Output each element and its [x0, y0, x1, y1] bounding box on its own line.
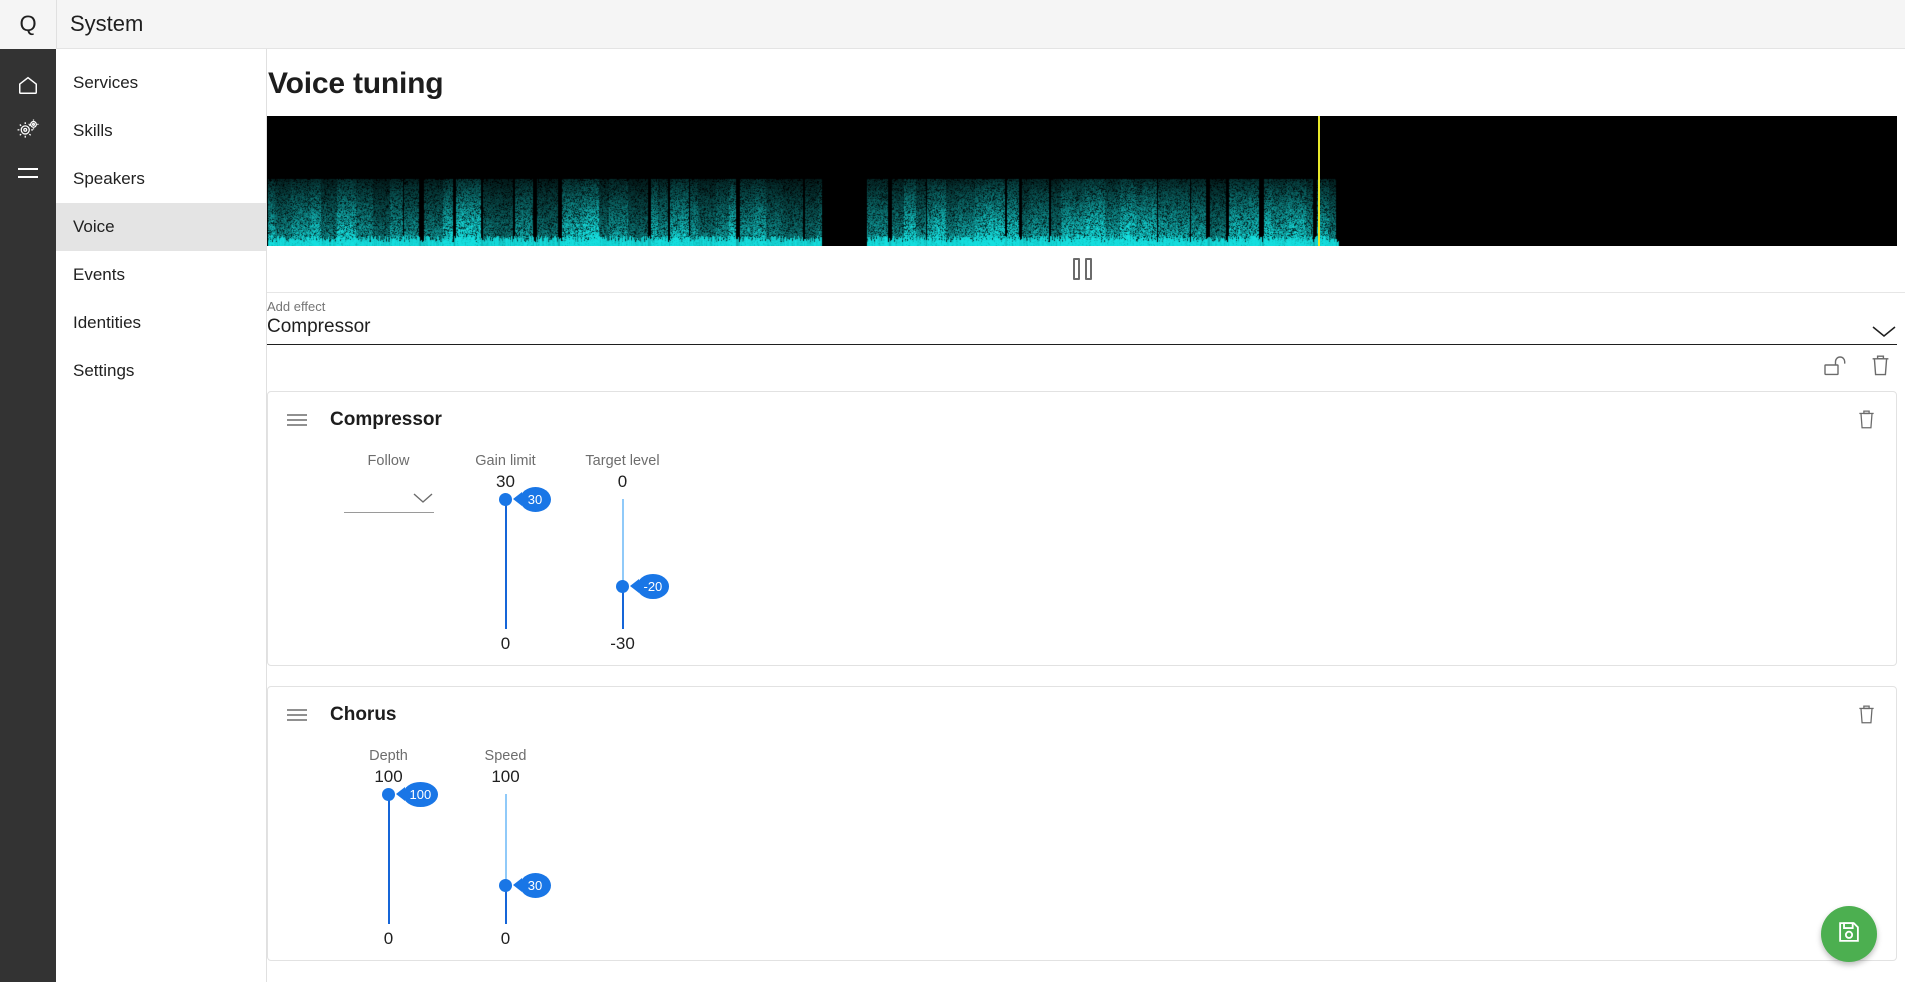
slider-depth[interactable]: 100 — [377, 781, 439, 924]
slider-speed[interactable]: 30 — [494, 794, 551, 924]
main-scroll-area: Voice tuning Add effect Compressor Compr… — [267, 49, 1905, 982]
param-max-value: 0 — [617, 472, 628, 491]
sidebar-item-events[interactable]: Events — [56, 251, 266, 299]
effect-card-chorus: Chorus Depth 100 100 0 Speed 100 30 0 — [267, 686, 1897, 961]
slider-fill — [504, 499, 508, 629]
drag-handle-icon[interactable] — [286, 707, 308, 723]
param-max-value: 100 — [374, 767, 403, 786]
sidebar-item-label: Identities — [73, 313, 142, 332]
param-min-value: 0 — [500, 634, 511, 653]
window-title: System — [70, 11, 144, 36]
voice-spectrogram[interactable] — [267, 116, 1897, 246]
sidebar-item-skills[interactable]: Skills — [56, 107, 266, 155]
sidebar-item-identities[interactable]: Identities — [56, 299, 266, 347]
rail-item-home[interactable] — [0, 63, 56, 107]
sidebar-item-services[interactable]: Services — [56, 59, 266, 107]
effect-params: Follow Gain limit 30 30 0 Target level 0… — [268, 448, 1896, 665]
slider-thumb[interactable] — [499, 492, 512, 506]
effect-card-header: Chorus — [268, 687, 1896, 743]
follow-select[interactable] — [343, 485, 434, 513]
gears-icon — [16, 118, 40, 140]
sidebar-item-label: Voice — [73, 217, 115, 236]
playhead-marker[interactable] — [1318, 116, 1321, 246]
icon-rail — [0, 49, 56, 982]
effect-card-header: Compressor — [268, 392, 1896, 448]
sidebar-item-label: Skills — [73, 121, 113, 140]
slider-thumb[interactable] — [382, 787, 395, 801]
page-title: Voice tuning — [268, 67, 444, 100]
param-depth: Depth 100 100 0 — [330, 747, 447, 950]
sidebar-item-speakers[interactable]: Speakers — [56, 155, 266, 203]
sidebar-nav: Services Skills Speakers Voice Events Id… — [56, 49, 267, 982]
rail-item-services[interactable] — [0, 107, 56, 151]
transport-bar — [267, 246, 1897, 292]
param-label: Gain limit — [475, 453, 536, 469]
param-min-value: 0 — [383, 929, 394, 948]
slider-value-bubble: 100 — [402, 781, 439, 807]
param-label: Target level — [585, 453, 660, 469]
add-effect-value: Compressor — [267, 316, 371, 337]
slider-target-level[interactable]: -20 — [611, 499, 670, 629]
param-label: Speed — [484, 748, 527, 764]
slider-gain-limit[interactable]: 30 — [494, 486, 551, 629]
slider-thumb[interactable] — [499, 878, 512, 892]
param-target-level: Target level 0 -20 -30 — [564, 452, 681, 655]
app-root: Q System Services Skills Speakers Voice … — [0, 0, 1905, 982]
drag-handle-icon[interactable] — [286, 412, 308, 428]
param-max-value: 100 — [491, 767, 520, 786]
trash-icon[interactable] — [1857, 409, 1876, 435]
trash-icon[interactable] — [1857, 704, 1876, 730]
spectrogram-canvas — [267, 116, 1897, 246]
sidebar-item-voice[interactable]: Voice — [56, 203, 266, 251]
effect-params: Depth 100 100 0 Speed 100 30 0 — [268, 743, 1896, 960]
home-icon — [17, 74, 39, 96]
slider-thumb[interactable] — [616, 579, 629, 593]
save-button[interactable] — [1821, 906, 1877, 962]
param-label: Follow — [367, 453, 410, 469]
param-max-value: 30 — [496, 472, 515, 491]
param-min-value: -30 — [610, 634, 635, 653]
save-icon — [1836, 919, 1862, 950]
param-gain-limit: Gain limit 30 30 0 — [447, 452, 564, 655]
slider-fill — [387, 794, 391, 924]
unlock-icon[interactable] — [1823, 355, 1848, 382]
pause-button[interactable] — [1065, 256, 1099, 282]
hamburger-icon — [16, 165, 40, 181]
param-speed: Speed 100 30 0 — [447, 747, 564, 950]
topbar-divider — [56, 0, 57, 49]
slider-value-bubble: 30 — [519, 872, 551, 898]
add-effect-block: Add effect Compressor — [267, 292, 1905, 345]
add-effect-select[interactable]: Compressor — [267, 315, 1897, 345]
chevron-down-icon — [1871, 324, 1897, 339]
main-content: Voice tuning Add effect Compressor Compr… — [267, 49, 1905, 982]
rail-item-menu[interactable] — [0, 151, 56, 195]
sidebar-item-label: Events — [73, 265, 125, 284]
sidebar-item-label: Services — [73, 73, 139, 92]
chevron-down-icon — [412, 492, 434, 510]
pause-icon — [1084, 258, 1092, 280]
trash-icon[interactable] — [1870, 354, 1891, 382]
sidebar-item-settings[interactable]: Settings — [56, 347, 266, 395]
param-label: Depth — [369, 748, 408, 764]
param-min-value: 0 — [500, 929, 511, 948]
app-logo[interactable]: Q — [0, 0, 56, 49]
slider-value-bubble: -20 — [636, 573, 670, 599]
pause-icon — [1072, 258, 1080, 280]
effect-title: Chorus — [330, 704, 397, 725]
effects-toolbar — [267, 345, 1897, 391]
sidebar-item-label: Speakers — [73, 169, 145, 188]
sidebar-item-label: Settings — [73, 361, 135, 380]
effect-title: Compressor — [330, 409, 442, 430]
top-bar: Q System — [0, 0, 1905, 49]
add-effect-label: Add effect — [267, 299, 326, 314]
param-follow: Follow — [330, 452, 447, 513]
slider-value-bubble: 30 — [519, 486, 551, 512]
effect-card-compressor: Compressor Follow Gain limit 30 30 0 Tar… — [267, 391, 1897, 666]
